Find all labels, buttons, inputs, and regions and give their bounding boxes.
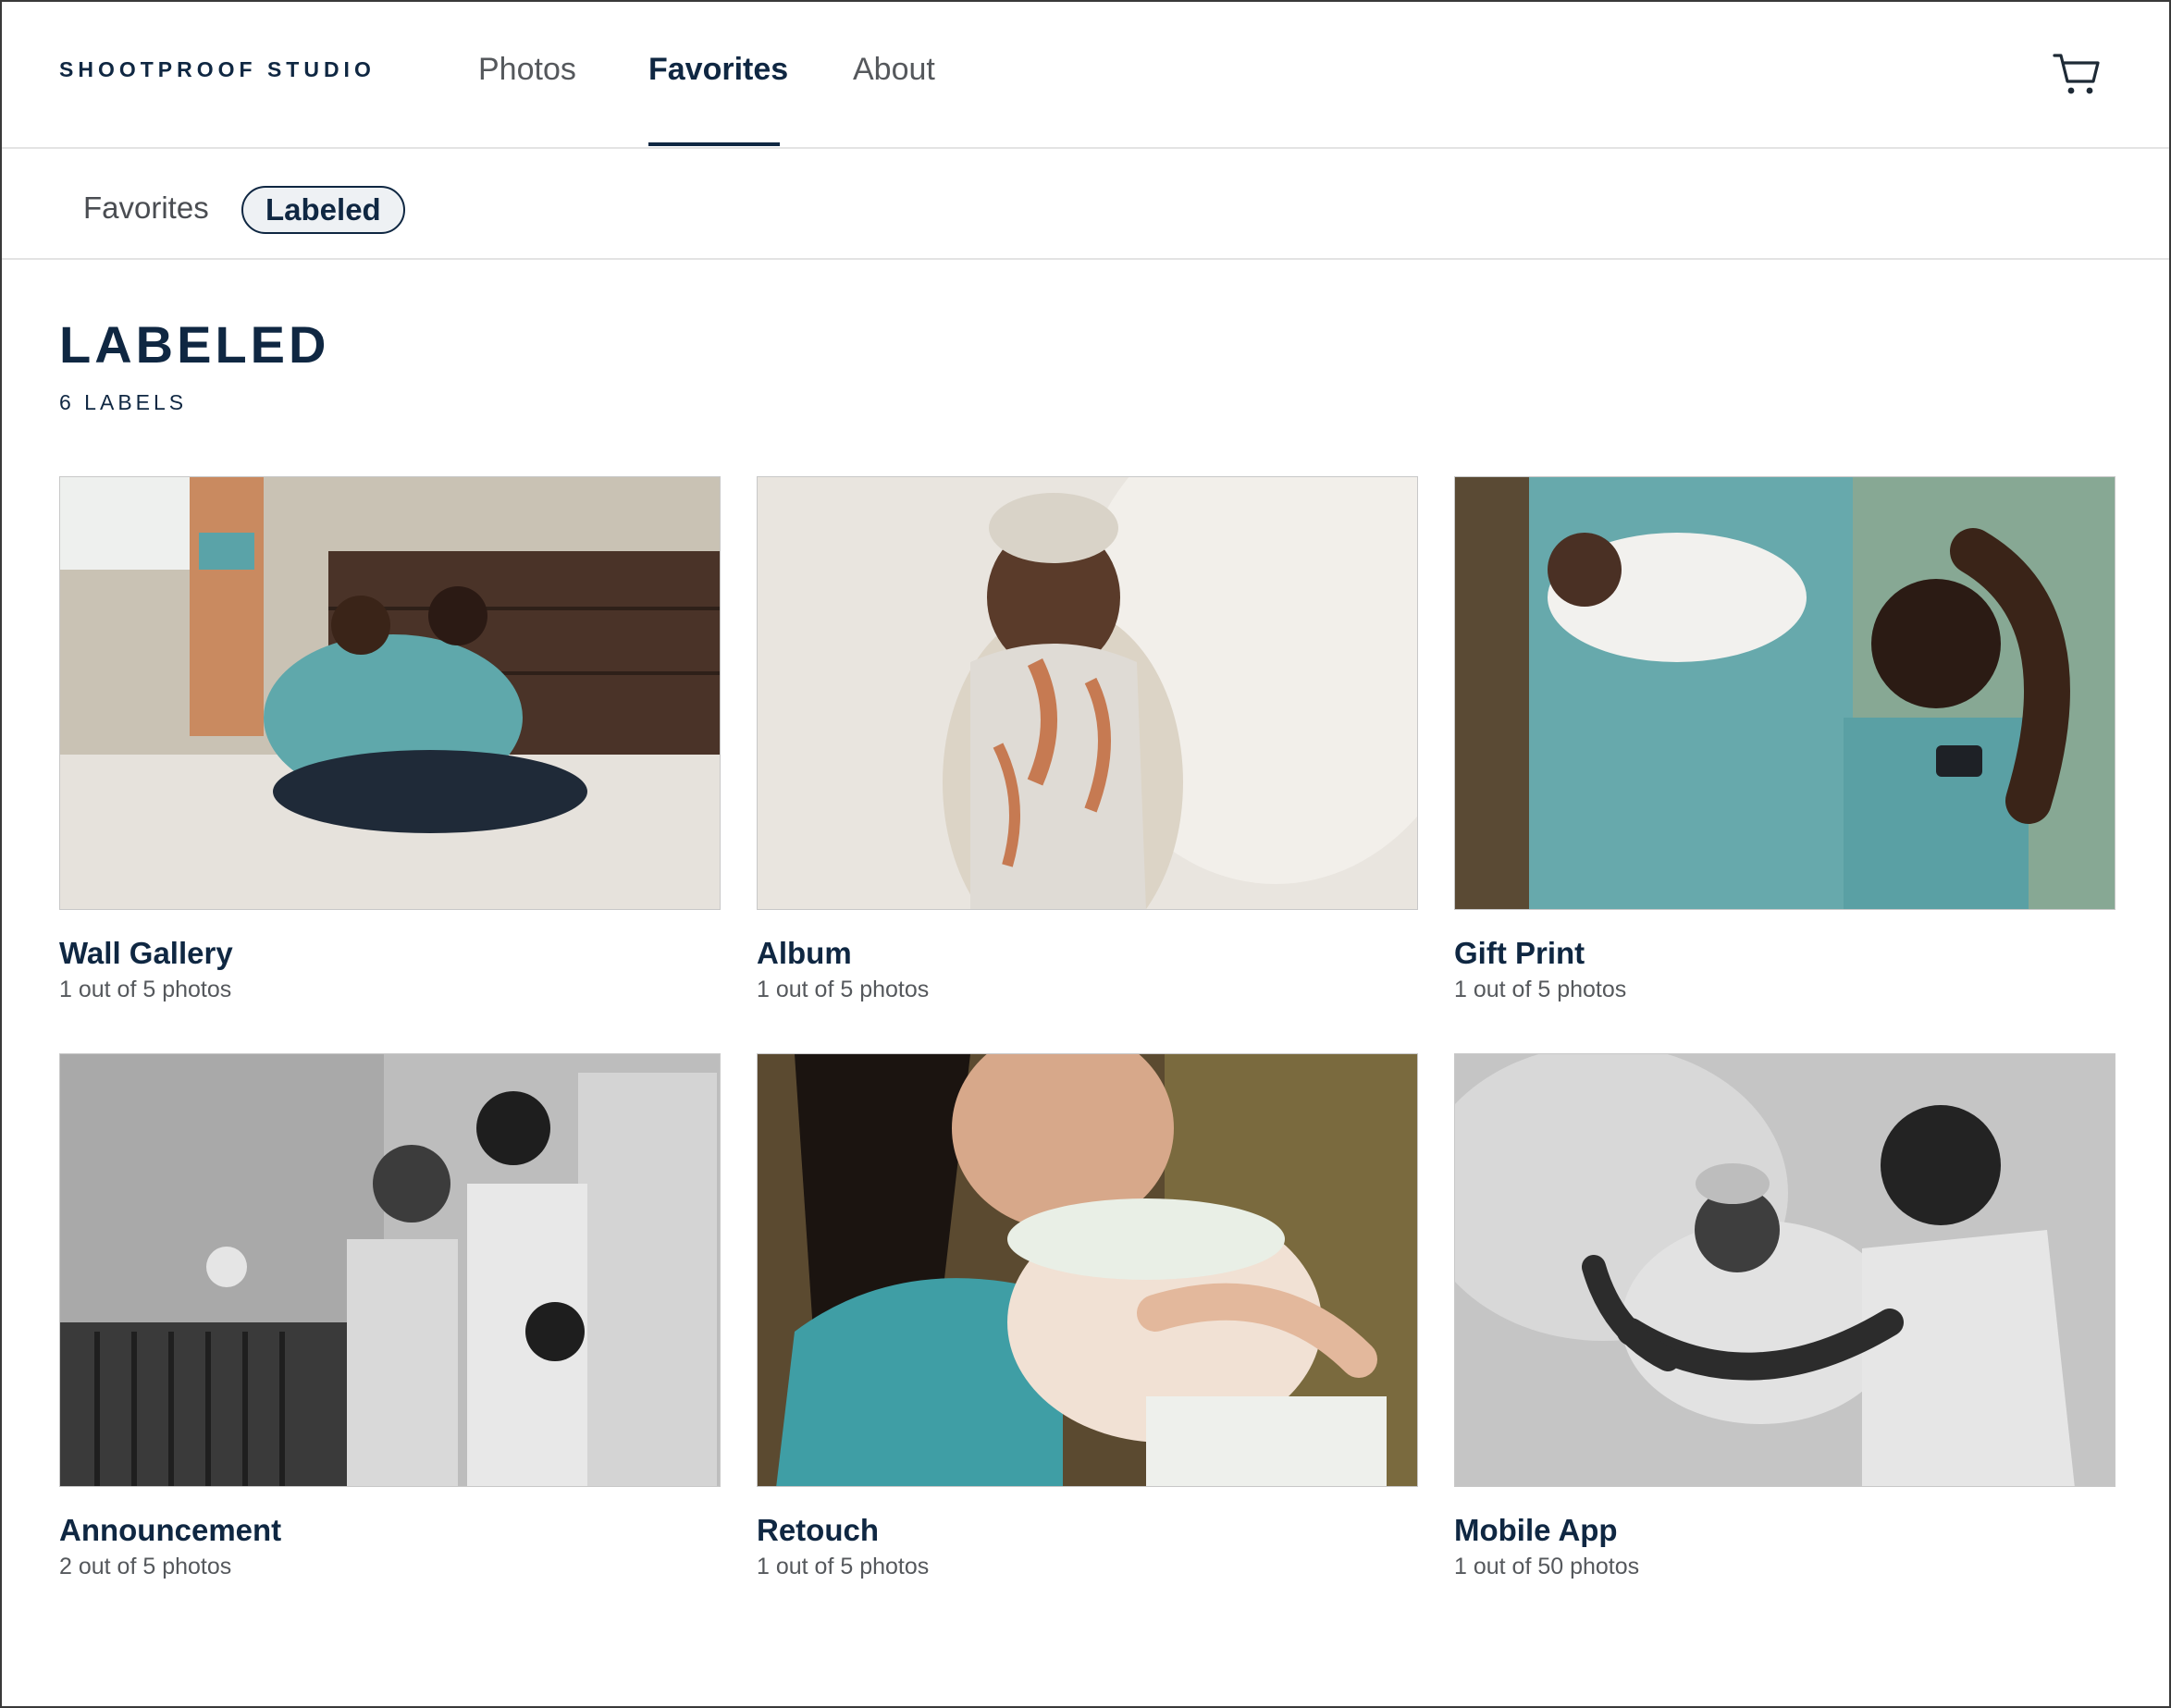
label-name: Retouch <box>757 1513 879 1547</box>
label-thumbnail[interactable] <box>1454 1053 2115 1487</box>
label-photo-count: 1 out of 5 photos <box>1454 977 1627 1002</box>
label-card-announcement[interactable]: Announcement 2 out of 5 photos <box>59 1053 721 1580</box>
label-name: Announcement <box>59 1513 282 1547</box>
label-count: 6 LABELS <box>59 390 188 414</box>
label-name: Album <box>757 936 852 970</box>
label-name: Gift Print <box>1454 936 1585 970</box>
shopping-cart-icon[interactable] <box>2052 48 2102 98</box>
label-thumbnail[interactable] <box>59 1053 721 1487</box>
label-card-retouch[interactable]: Retouch 1 out of 5 photos <box>757 1053 1418 1580</box>
label-photo-count: 1 out of 50 photos <box>1454 1554 1640 1579</box>
nav-tab-photos[interactable]: Photos <box>478 52 576 88</box>
label-card-mobile-app[interactable]: Mobile App 1 out of 50 photos <box>1454 1053 2115 1580</box>
label-card-wall-gallery[interactable]: Wall Gallery 1 out of 5 photos <box>59 476 721 1003</box>
page-title: LABELED <box>59 315 330 374</box>
subtab-favorites[interactable]: Favorites <box>83 186 209 234</box>
nav-tab-about[interactable]: About <box>853 52 935 88</box>
label-thumbnail[interactable] <box>757 1053 1418 1487</box>
label-photo-count: 1 out of 5 photos <box>59 977 232 1002</box>
label-thumbnail[interactable] <box>59 476 721 910</box>
app-window: SHOOTPROOF STUDIO Photos Favorites About… <box>0 0 2171 1708</box>
brand-logo[interactable]: SHOOTPROOF STUDIO <box>59 57 376 82</box>
label-card-album[interactable]: Album 1 out of 5 photos <box>757 476 1418 1003</box>
label-photo-count: 1 out of 5 photos <box>757 1554 930 1579</box>
label-photo-count: 2 out of 5 photos <box>59 1554 232 1579</box>
top-nav: SHOOTPROOF STUDIO Photos Favorites About <box>2 2 2169 149</box>
label-name: Wall Gallery <box>59 936 233 970</box>
label-photo-count: 1 out of 5 photos <box>757 977 930 1002</box>
label-thumbnail[interactable] <box>757 476 1418 910</box>
nav-tab-favorites[interactable]: Favorites <box>648 52 788 88</box>
label-thumbnail[interactable] <box>1454 476 2115 910</box>
sub-nav: Favorites Labeled <box>2 149 2169 260</box>
active-tab-indicator <box>648 142 780 146</box>
label-card-gift-print[interactable]: Gift Print 1 out of 5 photos <box>1454 476 2115 1003</box>
label-name: Mobile App <box>1454 1513 1618 1547</box>
subtab-labeled[interactable]: Labeled <box>241 186 405 234</box>
